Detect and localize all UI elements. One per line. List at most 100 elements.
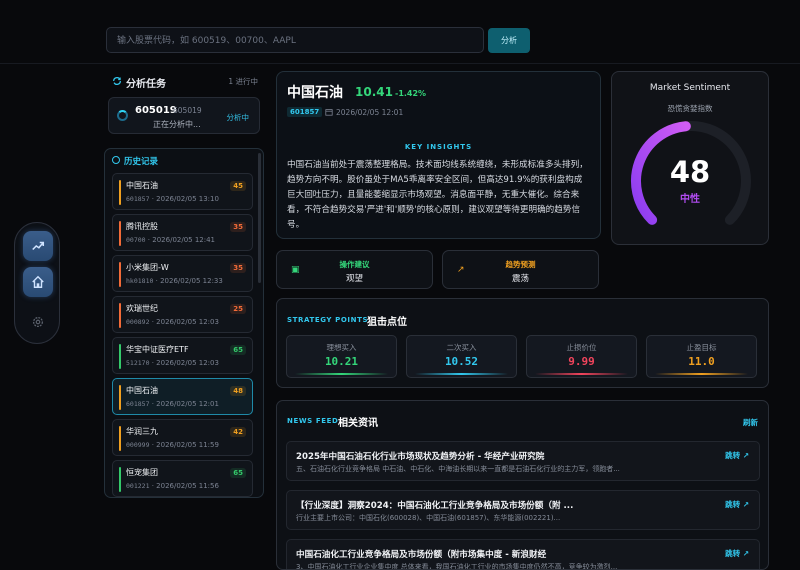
history-item[interactable]: 恒宠集团 001221 · 2026/02/05 11:56 65 <box>112 460 253 497</box>
history-item[interactable]: 中国石油 601857 · 2026/02/05 13:10 45 <box>112 173 253 210</box>
strategy-point-bar <box>535 373 628 375</box>
history-item-date: 2026/02/05 12:33 <box>160 277 223 285</box>
strategy-title-cn: 狙击点位 <box>367 317 407 328</box>
history-title: 历史记录 <box>124 157 159 167</box>
history-item-meta: hk01810 · 2026/02/05 12:33 <box>126 277 223 285</box>
history-item-score: 48 <box>230 386 246 396</box>
home-icon <box>32 275 44 288</box>
score-bar <box>119 180 121 205</box>
stock-change: -1.42% <box>395 89 427 98</box>
news-item[interactable]: 【行业深度】洞察2024：中国石油化工行业竞争格局及市场份额（附 ... 行业主要… <box>286 490 760 530</box>
history-item-score: 65 <box>230 468 246 478</box>
sentiment-title: Market Sentiment <box>649 83 731 93</box>
news-item-title: 2025年中国石油石化行业市场现状及趋势分析 - 华经产业研究院 <box>296 452 545 462</box>
score-bar <box>119 303 121 328</box>
score-bar <box>119 385 121 410</box>
score-bar <box>119 262 121 287</box>
insights-text: 中国石油当前处于震荡整理格局。技术面均线系统缠绕，未形成标准多头排列，趋势方向不… <box>287 160 588 230</box>
trend-forecast-value: 震荡 <box>511 274 529 284</box>
news-title-en: NEWS FEED <box>287 417 339 425</box>
strategy-point: 止损价位 9.99 <box>526 335 637 378</box>
sentiment-label: 中性 <box>680 194 700 205</box>
task-title: 分析任务 <box>126 79 166 90</box>
history-item-score: 35 <box>230 222 246 232</box>
insights-title: KEY INSIGHTS <box>404 143 473 151</box>
strategy-point: 二次买入 10.52 <box>406 335 517 378</box>
news-panel: NEWS FEED 相关资讯 刷新 2025年中国石油石化行业市场现状及趋势分析… <box>276 400 769 570</box>
jump-link[interactable]: 跳转 ↗ <box>725 548 749 559</box>
operation-advice-title: 操作建议 <box>339 260 370 269</box>
strategy-point-bar <box>295 373 388 375</box>
trend-forecast-card: ↗ 趋势预测 震荡 <box>442 250 599 289</box>
history-item-code: 601857 <box>126 195 150 203</box>
news-item-summary: 行业主要上市公司：中国石化(600028)、中国石油(601857)、东华能源(… <box>296 514 561 522</box>
news-item[interactable]: 2025年中国石油石化行业市场现状及趋势分析 - 华经产业研究院五、石油石化行业… <box>286 441 760 481</box>
history-item-meta: 512170 · 2026/02/05 12:03 <box>126 359 219 367</box>
history-item-code: 00700 <box>126 236 146 244</box>
score-bar <box>119 221 121 246</box>
history-item-date: 2026/02/05 12:03 <box>156 359 219 367</box>
stock-code: 601857 <box>287 107 323 117</box>
history-item[interactable]: 华宝中证医疗ETF 512170 · 2026/02/05 12:03 65 <box>112 337 253 374</box>
news-item[interactable]: 中国石油化工行业竞争格局及市场份额（附市场集中度 - 新浪财经 3、中国石油化工行… <box>286 539 760 570</box>
history-item-name: 恒宠集团 <box>126 468 158 477</box>
task-card[interactable]: 605019 605019 正在分析中... 分析中 <box>108 97 260 134</box>
task-code: 605019 <box>135 105 177 116</box>
chart-nav-button[interactable] <box>23 231 53 261</box>
trend-forecast-title: 趋势预测 <box>505 260 536 269</box>
strategy-point-bar <box>655 373 748 375</box>
strategy-point-label: 二次买入 <box>446 343 477 352</box>
strategy-point-value: 11.0 <box>688 355 715 368</box>
nav-rail <box>14 222 60 344</box>
task-header: 分析任务 1 进行中 <box>112 75 262 90</box>
strategy-panel: STRATEGY POINTS 狙击点位 理想买入 10.21 二次买入 10.52 止… <box>276 298 769 388</box>
history-item-date: 2026/02/05 13:10 <box>156 195 219 203</box>
history-panel: 历史记录 中国石油 601857 · 2026/02/05 13:10 45 腾讯控股… <box>104 148 264 498</box>
history-item-score: 42 <box>230 427 246 437</box>
task-status: 正在分析中... <box>153 120 201 129</box>
home-nav-button[interactable] <box>23 267 53 297</box>
jump-link[interactable]: 跳转 ↗ <box>725 450 749 461</box>
stock-date-text: 2026/02/05 12:01 <box>336 108 404 117</box>
history-item-code: 000892 <box>126 318 150 326</box>
calendar-icon <box>325 109 333 116</box>
task-code-sub: 605019 <box>173 106 202 115</box>
history-item[interactable]: 小米集团-W hk01810 · 2026/02/05 12:33 35 <box>112 255 253 292</box>
search-input[interactable]: 输入股票代码，如 600519、00700、AAPL <box>106 27 484 53</box>
score-bar <box>119 467 121 492</box>
refresh-button[interactable]: 刷新 <box>743 417 758 428</box>
history-item-name: 欢瑞世纪 <box>126 304 158 313</box>
stock-price: 10.41 <box>355 85 393 99</box>
strategy-point-label: 理想买入 <box>326 343 357 352</box>
sentiment-value: 48 <box>669 155 711 189</box>
history-item-name: 华宝中证医疗ETF <box>126 345 189 354</box>
history-header: 历史记录 <box>112 155 159 167</box>
history-item[interactable]: 腾讯控股 00700 · 2026/02/05 12:41 35 <box>112 214 253 251</box>
strategy-point: 止盈目标 11.0 <box>646 335 757 378</box>
analyze-button[interactable]: 分析 <box>488 28 530 53</box>
history-item-meta: 001221 · 2026/02/05 11:56 <box>126 482 219 490</box>
settings-button[interactable] <box>31 314 45 328</box>
history-item-code: 001221 <box>126 482 150 490</box>
news-item-summary: 五、石油石化行业竞争格局 中石油、中石化、中海油长期以来一直都是石油石化行业的主… <box>296 465 620 473</box>
trend-icon <box>32 241 45 251</box>
divider <box>0 63 800 64</box>
history-item[interactable]: 中国石油 601857 · 2026/02/05 12:01 48 <box>112 378 253 415</box>
history-item[interactable]: 欢瑞世纪 000892 · 2026/02/05 12:03 25 <box>112 296 253 333</box>
scrollbar[interactable] <box>258 153 261 283</box>
history-item-meta: 601857 · 2026/02/05 12:01 <box>126 400 219 408</box>
strategy-point-value: 9.99 <box>568 355 595 368</box>
history-item-meta: 000892 · 2026/02/05 12:03 <box>126 318 219 326</box>
strategy-title-en: STRATEGY POINTS <box>287 316 369 324</box>
jump-link[interactable]: 跳转 ↗ <box>725 499 749 510</box>
news-item-summary: 3、中国石油化工行业企业集中度 总体来看，我国石油化工行业的市场集中度仍然不高，… <box>296 563 618 570</box>
history-item[interactable]: 华润三九 000999 · 2026/02/05 11:59 42 <box>112 419 253 456</box>
operation-advice-card: ▣ 操作建议 观望 <box>276 250 433 289</box>
stock-name: 中国石油 <box>287 85 343 101</box>
sentiment-card: Market Sentiment 恐慌贪婪指数 48 中性 <box>611 71 769 245</box>
history-item-code: 000999 <box>126 441 150 449</box>
strategy-point-label: 止盈目标 <box>686 343 717 352</box>
sync-icon <box>113 77 121 85</box>
history-item-meta: 601857 · 2026/02/05 13:10 <box>126 195 219 203</box>
history-item-date: 2026/02/05 11:56 <box>156 482 219 490</box>
